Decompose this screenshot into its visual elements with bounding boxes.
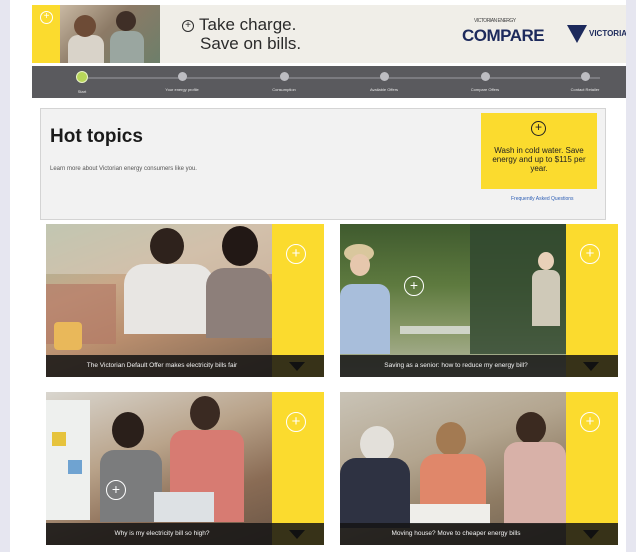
victoria-logo[interactable]: VICTORIA [567, 21, 626, 49]
banner-headline: + Take charge. Save on bills. [182, 15, 342, 53]
page-subtitle: Learn more about Victorian energy consum… [50, 166, 197, 172]
step-dot [480, 72, 490, 81]
play-circle-icon[interactable]: + [404, 276, 424, 296]
step-start[interactable]: Start [42, 71, 122, 94]
step-dot [580, 72, 590, 81]
topic-card-senior-saving[interactable]: + + Saving as a senior: how to reduce my… [340, 224, 618, 377]
step-label: Compare Offers [470, 87, 500, 92]
step-dot [279, 72, 289, 81]
topic-card-bill-high[interactable]: + + Why is my electricity bill so high? [46, 392, 324, 545]
card-caption: Saving as a senior: how to reduce my ene… [384, 362, 528, 369]
step-label: Start [77, 89, 87, 94]
plus-circle-icon: + [531, 121, 546, 136]
check-icon [76, 71, 88, 83]
energy-tip-card[interactable]: + Wash in cold water. Save energy and up… [481, 113, 597, 189]
step-label: Your energy profile [165, 87, 199, 92]
step-energy-profile[interactable]: Your energy profile [142, 71, 222, 92]
banner-yellow-tab: + [32, 5, 60, 63]
step-available-offers[interactable]: Available Offers [344, 71, 424, 92]
progress-steps: Start Your energy profile Consumption Av… [32, 66, 626, 98]
page-title: Hot topics [50, 126, 143, 147]
promo-banner[interactable]: + + Take charge. Save on bills. VICTORIAN… [32, 5, 626, 63]
page: + + Take charge. Save on bills. VICTORIAN… [10, 0, 626, 552]
step-label: Consumption [272, 87, 296, 92]
energy-tip-text: Wash in cold water. Save energy and up t… [492, 146, 586, 173]
card-caption: Why is my electricity bill so high? [114, 530, 210, 537]
card-caption-bar: Moving house? Move to cheaper energy bil… [340, 523, 618, 545]
step-contact-retailer[interactable]: Contact Retailer [545, 71, 625, 92]
step-dot [379, 72, 389, 81]
compare-logo[interactable]: VICTORIAN ENERGY COMPARE [462, 18, 545, 46]
plus-circle-icon[interactable]: + [580, 244, 600, 264]
step-label: Contact Retailer [570, 87, 600, 92]
hot-topics-panel: Hot topics Learn more about Victorian en… [40, 108, 606, 220]
chevron-down-icon[interactable] [289, 362, 305, 371]
plus-circle-icon: + [40, 11, 53, 24]
banner-headline-line1: Take charge. [199, 15, 297, 34]
faq-link[interactable]: Frequently Asked Questions [511, 196, 574, 202]
step-consumption[interactable]: Consumption [244, 71, 324, 92]
step-label: Available Offers [369, 87, 399, 92]
step-compare-offers[interactable]: Compare Offers [445, 71, 525, 92]
victoria-logo-text: VICTORIA [589, 29, 626, 38]
chevron-down-icon[interactable] [289, 530, 305, 539]
plus-circle-icon: + [182, 20, 194, 32]
topic-card-default-offer[interactable]: + The Victorian Default Offer makes elec… [46, 224, 324, 377]
compare-logo-small: VICTORIAN ENERGY [474, 18, 516, 24]
chevron-down-icon[interactable] [583, 530, 599, 539]
banner-headline-line2: Save on bills. [200, 34, 302, 53]
card-caption-bar: Saving as a senior: how to reduce my ene… [340, 355, 618, 377]
step-dot [177, 72, 187, 81]
plus-circle-icon[interactable]: + [580, 412, 600, 432]
plus-circle-icon[interactable]: + [286, 244, 306, 264]
browser-frame-left [0, 0, 10, 552]
card-caption-bar: Why is my electricity bill so high? [46, 523, 324, 545]
browser-frame-right [626, 0, 636, 552]
card-caption: The Victorian Default Offer makes electr… [86, 362, 238, 369]
play-circle-icon[interactable]: + [106, 480, 126, 500]
compare-logo-text: COMPARE [462, 26, 545, 45]
chevron-down-icon[interactable] [583, 362, 599, 371]
banner-photo [60, 5, 160, 63]
card-caption: Moving house? Move to cheaper energy bil… [391, 530, 521, 537]
plus-circle-icon[interactable]: + [286, 412, 306, 432]
topic-card-moving-house[interactable]: + Moving house? Move to cheaper energy b… [340, 392, 618, 545]
card-caption-bar: The Victorian Default Offer makes electr… [46, 355, 324, 377]
